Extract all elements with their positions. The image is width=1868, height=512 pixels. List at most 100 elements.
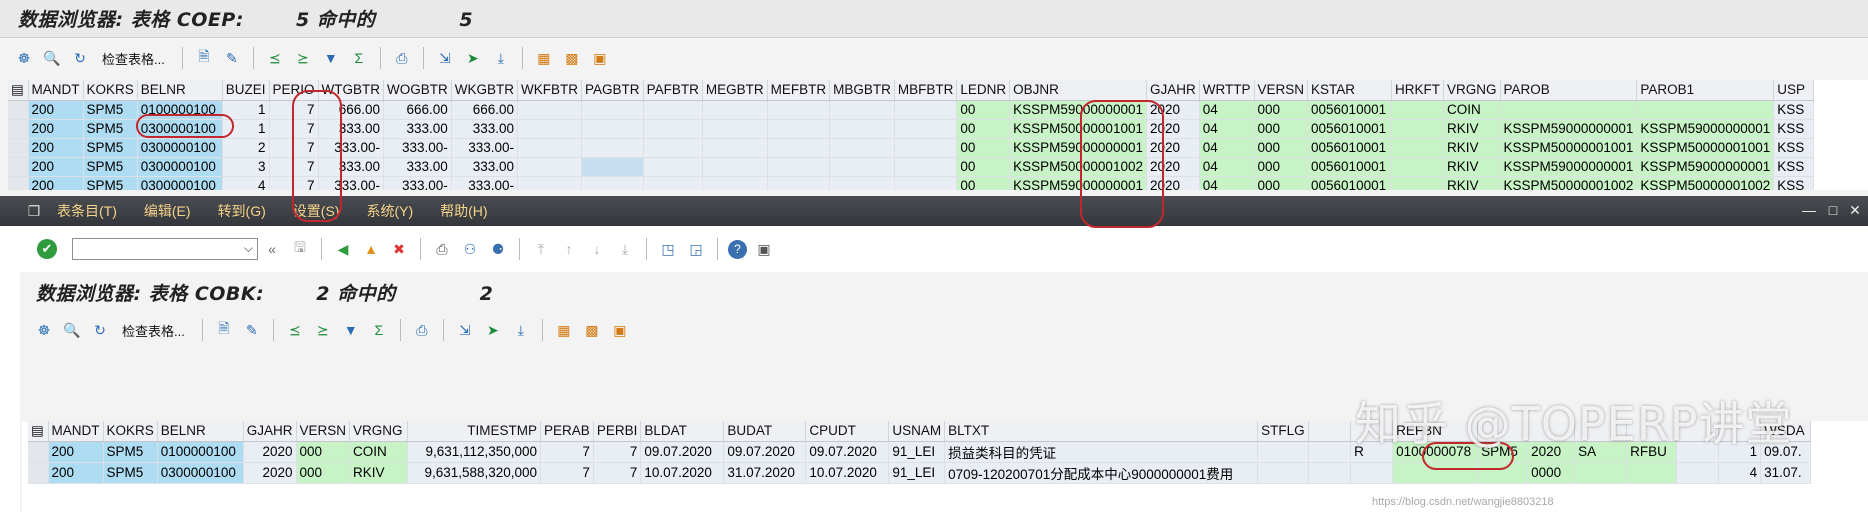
collapse-icon[interactable]: « [261, 238, 283, 260]
table-cell[interactable] [1350, 462, 1394, 484]
col-header[interactable]: PAROB1 [1636, 80, 1775, 101]
table-cell[interactable] [702, 176, 768, 190]
table-cell[interactable]: 333.00- [318, 138, 385, 158]
filter-icon[interactable]: ▼ [320, 47, 342, 69]
table-cell[interactable]: 0056010001 [1307, 119, 1393, 139]
table-cell[interactable]: 损益类科目的凭证 [944, 441, 1259, 463]
table-cell[interactable]: KSSPM50000001002 [1500, 176, 1638, 190]
table-cell[interactable]: 333.00 [318, 157, 385, 177]
table-cell[interactable] [767, 119, 831, 139]
chevron-down-icon[interactable]: ⌵ [244, 241, 253, 256]
table-cell[interactable] [767, 138, 831, 158]
col-header[interactable]: PAROB [1500, 80, 1638, 101]
table-cell[interactable]: 7 [269, 176, 319, 190]
table-cell[interactable] [517, 138, 583, 158]
table-cell[interactable]: KSS [1773, 138, 1815, 158]
first-page-icon[interactable]: ⤒ [530, 238, 552, 260]
glasses-icon[interactable]: ☸ [33, 319, 55, 341]
details-icon[interactable]: 🗎 [193, 47, 215, 69]
table-cell[interactable]: 09.07.2020 [723, 441, 807, 463]
table-cell[interactable]: 000 [296, 462, 351, 484]
table-cell[interactable] [702, 119, 768, 139]
table-cell[interactable] [643, 138, 703, 158]
table-cell[interactable]: 2 [222, 138, 270, 158]
layout-icon[interactable]: ▦ [533, 47, 555, 69]
check-table-button[interactable]: 检查表格... [102, 49, 165, 68]
table-cell[interactable]: 000 [1254, 100, 1309, 120]
table-cell[interactable]: 333.00- [318, 176, 385, 190]
table-cell[interactable]: 333.00 [318, 119, 385, 139]
col-header[interactable]: LEDNR [956, 80, 1011, 101]
col-header[interactable]: GJAHR [1146, 80, 1200, 101]
window-menu-icon[interactable]: ❐ [23, 200, 45, 222]
table-cell[interactable]: 200 [48, 462, 104, 484]
table-cell[interactable]: 09.07.2020 [640, 441, 725, 463]
table-cell[interactable]: 333.00 [383, 119, 452, 139]
table-row[interactable]: 200 SPM5 0100000100 1 7 666.00 666.00 666.00 00 K… [8, 100, 1815, 120]
table-cell[interactable]: 9,631,588,320,000 [407, 462, 542, 484]
glasses-icon[interactable]: ☸ [13, 47, 35, 69]
table-cell[interactable]: KSSPM59000000001 [1500, 157, 1638, 177]
table-cell[interactable]: 7 [593, 462, 642, 484]
table-cell[interactable]: 0300000100 [137, 176, 223, 190]
col-header[interactable]: PERIO [269, 80, 319, 101]
table-cell[interactable]: SPM5 [103, 441, 158, 463]
table-cell[interactable]: 00 [956, 176, 1011, 190]
table-row[interactable]: 200 SPM5 0300000100 2020 000 RKIV 9,631,588,32… [28, 462, 1812, 484]
table-cell[interactable] [1391, 157, 1445, 177]
table-cell[interactable] [702, 138, 768, 158]
table-cell[interactable]: 000 [1254, 138, 1309, 158]
table-cell[interactable]: SPM5 [83, 138, 138, 158]
table-cell[interactable]: 31.07. [1760, 462, 1812, 484]
table-cell[interactable]: 200 [28, 100, 84, 120]
menu-settings[interactable]: 设置(S) [293, 201, 340, 221]
table-cell[interactable]: 1 [222, 100, 270, 120]
table-cell[interactable]: 200 [28, 119, 84, 139]
table-row[interactable]: 200 SPM5 0300000100 2 7 333.00- 333.00- 333.00-… [8, 138, 1815, 158]
table-cell[interactable]: KSSPM50000001001 [1636, 138, 1775, 158]
refresh-icon[interactable]: ↻ [69, 47, 91, 69]
table-cell[interactable] [829, 119, 895, 139]
table-cell[interactable]: KSSPM59000000001 [1009, 100, 1147, 120]
details-icon[interactable]: 🗎 [213, 319, 235, 341]
table-cell[interactable]: 04 [1199, 157, 1255, 177]
table-cell[interactable] [702, 157, 768, 177]
col-header[interactable]: USNAM [888, 421, 946, 442]
col-header[interactable]: MBGBTR [829, 80, 895, 101]
table-cell[interactable]: 7 [540, 441, 594, 463]
table-cell[interactable]: 10.07.2020 [805, 462, 890, 484]
command-field[interactable]: ⌵ [72, 238, 258, 260]
table-cell[interactable]: SPM5 [103, 462, 158, 484]
table-cell[interactable]: 2020 [1146, 100, 1200, 120]
table-cell[interactable]: 09.07.2020 [805, 441, 890, 463]
col-header[interactable]: CPUDT [805, 421, 890, 442]
col-header[interactable]: BELNR [137, 80, 223, 101]
table-cell[interactable]: RKIV [349, 462, 409, 484]
table-cell[interactable]: 666.00 [318, 100, 385, 120]
row-selector[interactable] [28, 462, 49, 484]
search-icon[interactable]: 🔍 [41, 47, 63, 69]
table-cell[interactable] [767, 157, 831, 177]
row-selector[interactable] [8, 157, 29, 177]
send-icon[interactable]: ➤ [482, 319, 504, 341]
table-cell[interactable] [1391, 100, 1445, 120]
export-icon[interactable]: ⇲ [454, 319, 476, 341]
table-cell[interactable]: 00 [956, 119, 1011, 139]
table-cell[interactable]: 200 [48, 441, 104, 463]
table-cell[interactable]: 0709-120200701分配成本中心9000000001费用 [944, 462, 1259, 484]
col-header[interactable]: MEFBTR [767, 80, 831, 101]
table-cell[interactable]: 333.00 [451, 119, 519, 139]
col-header[interactable]: PAFBTR [643, 80, 703, 101]
check-table-button[interactable]: 检查表格... [122, 321, 185, 340]
table-cell[interactable]: RKIV [1443, 157, 1501, 177]
col-header[interactable] [1308, 421, 1352, 442]
table-cell[interactable]: KSS [1773, 100, 1815, 120]
table-cell[interactable]: COIN [349, 441, 409, 463]
table-cell[interactable]: 91_LEI [888, 462, 946, 484]
table-cell[interactable]: KSSPM59000000001 [1500, 119, 1638, 139]
table-cell[interactable] [517, 157, 583, 177]
table-cell[interactable] [829, 176, 895, 190]
table-cell[interactable] [1477, 462, 1529, 484]
col-header[interactable]: STFLG [1257, 421, 1310, 442]
layout-save-icon[interactable]: ▣ [589, 47, 611, 69]
